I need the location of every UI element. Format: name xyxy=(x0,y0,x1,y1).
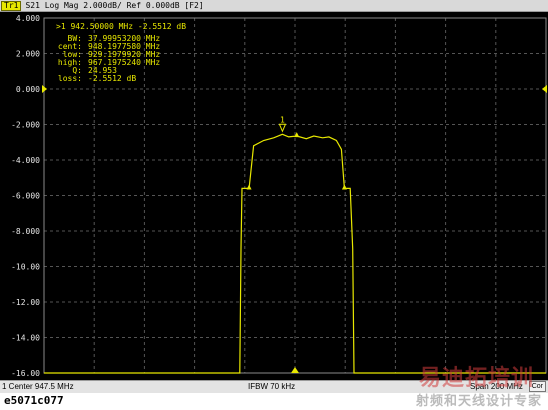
analyzer-screen: Tr1 S21 Log Mag 2.000dB/ Ref 0.000dB [F2]… xyxy=(0,0,548,410)
y-tick-label: -12.00 xyxy=(11,298,40,307)
y-tick-label: -6.000 xyxy=(11,192,40,201)
readout-label: loss: xyxy=(58,74,82,83)
bandwidth-marker xyxy=(246,184,252,190)
marker-readout-line: >1 942.50000 MHz -2.5512 dB xyxy=(56,22,186,31)
center-frequency[interactable]: 1 Center 947.5 MHz xyxy=(2,381,74,393)
y-tick-label: -2.000 xyxy=(11,121,40,130)
center-marker-arrow xyxy=(291,367,299,373)
figure-caption: e5071c077 xyxy=(4,394,64,407)
span-frequency[interactable]: Span 200 MHz xyxy=(470,381,523,393)
trace-title: S21 Log Mag 2.000dB/ Ref 0.000dB [F2] xyxy=(25,1,204,10)
y-tick-label: -10.00 xyxy=(11,263,40,272)
y-tick-label: -14.00 xyxy=(11,334,40,343)
y-tick-label: 0.000 xyxy=(16,85,40,94)
y-tick-label: 2.000 xyxy=(16,50,40,59)
trace-badge[interactable]: Tr1 xyxy=(1,1,22,11)
plot-area[interactable]: 4.000 2.000 0.000 -2.000 -4.000 -6.000 -8.000 -… xyxy=(0,12,548,380)
readout-value: -2.5512 dB xyxy=(88,74,136,83)
channel-status-bar: 1 Center 947.5 MHz IFBW 70 kHz Span 200 … xyxy=(0,380,548,393)
trace-title-bar: Tr1 S21 Log Mag 2.000dB/ Ref 0.000dB [F2] xyxy=(0,0,548,12)
y-tick-label: 4.000 xyxy=(16,14,40,23)
ifbw[interactable]: IFBW 70 kHz xyxy=(248,381,295,393)
ref-level-arrow-right xyxy=(542,85,547,93)
chart-svg: 4.000 2.000 0.000 -2.000 -4.000 -6.000 -8.000 -… xyxy=(11,14,547,378)
active-marker xyxy=(278,123,287,133)
y-tick-label: -4.000 xyxy=(11,156,40,165)
marker-number: 1 xyxy=(280,115,285,124)
correction-badge: Cor xyxy=(528,381,546,392)
bandwidth-marker xyxy=(341,184,347,190)
y-tick-label: -8.000 xyxy=(11,227,40,236)
y-tick-label: -16.00 xyxy=(11,369,40,378)
